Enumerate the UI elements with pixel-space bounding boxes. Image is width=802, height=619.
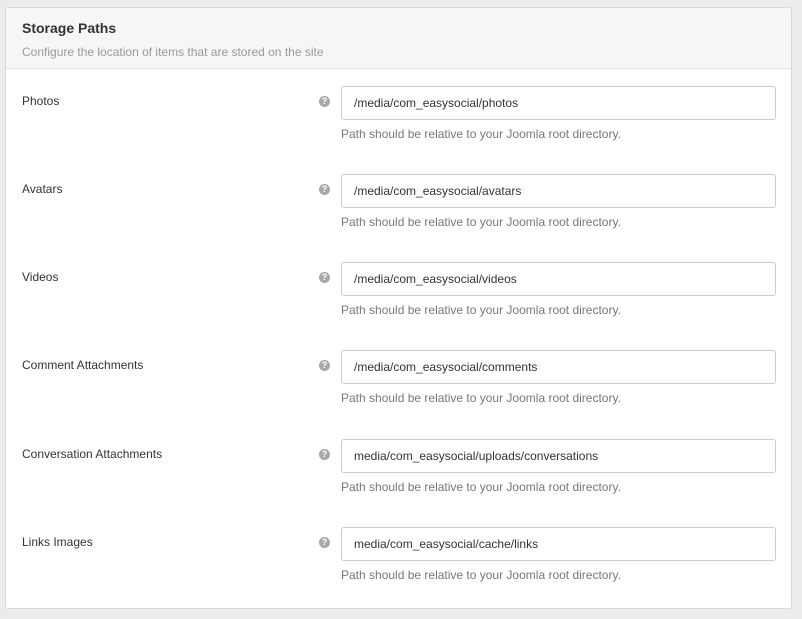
field-hint-avatars: Path should be relative to your Joomla r…	[341, 215, 621, 229]
form-row-comment-attachments: Comment Attachments ? Path should be rel…	[6, 350, 791, 430]
form-row-links-images: Links Images ? Path should be relative t…	[6, 527, 791, 607]
field-label-photos: Photos	[22, 94, 60, 108]
field-label-conversation-attachments: Conversation Attachments	[22, 447, 163, 461]
videos-path-input[interactable]	[341, 262, 776, 296]
storage-paths-panel: Storage Paths Configure the location of …	[5, 7, 792, 609]
field-label-avatars: Avatars	[22, 182, 63, 196]
question-circle-icon[interactable]: ?	[319, 449, 330, 460]
question-circle-icon[interactable]: ?	[319, 272, 330, 283]
form-row-conversation-attachments: Conversation Attachments ? Path should b…	[6, 439, 791, 519]
comment-attachments-path-input[interactable]	[341, 350, 776, 384]
form-row-avatars: Avatars ? Path should be relative to you…	[6, 174, 791, 254]
question-circle-icon[interactable]: ?	[319, 360, 330, 371]
panel-title: Storage Paths	[22, 20, 117, 36]
question-circle-icon[interactable]: ?	[319, 184, 330, 195]
field-hint-conversation-attachments: Path should be relative to your Joomla r…	[341, 480, 621, 494]
avatars-path-input[interactable]	[341, 174, 776, 208]
field-hint-photos: Path should be relative to your Joomla r…	[341, 127, 621, 141]
links-images-path-input[interactable]	[341, 527, 776, 561]
photos-path-input[interactable]	[341, 86, 776, 120]
panel-header: Storage Paths Configure the location of …	[6, 8, 791, 69]
field-label-links-images: Links Images	[22, 535, 93, 549]
field-label-videos: Videos	[22, 270, 59, 284]
panel-description: Configure the location of items that are…	[22, 45, 324, 59]
question-circle-icon[interactable]: ?	[319, 537, 330, 548]
field-label-comment-attachments: Comment Attachments	[22, 358, 144, 372]
question-circle-icon[interactable]: ?	[319, 96, 330, 107]
field-hint-links-images: Path should be relative to your Joomla r…	[341, 568, 621, 582]
form-row-photos: Photos ? Path should be relative to your…	[6, 86, 791, 166]
conversation-attachments-path-input[interactable]	[341, 439, 776, 473]
form-row-videos: Videos ? Path should be relative to your…	[6, 262, 791, 342]
field-hint-comment-attachments: Path should be relative to your Joomla r…	[341, 391, 621, 405]
field-hint-videos: Path should be relative to your Joomla r…	[341, 303, 621, 317]
